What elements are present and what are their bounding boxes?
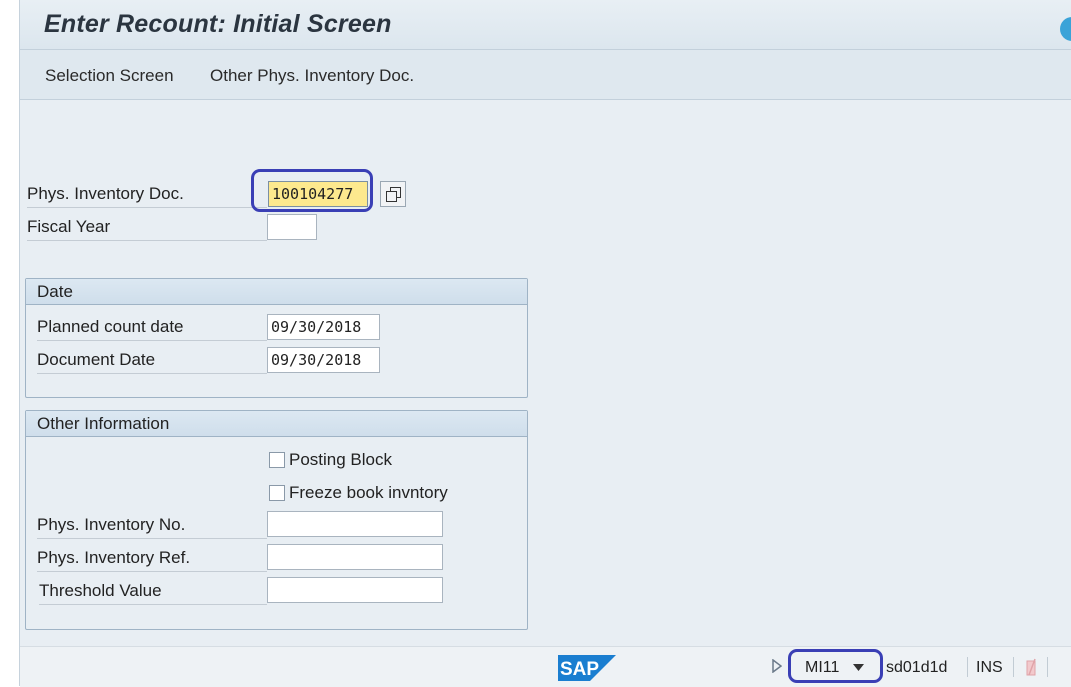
separator bbox=[1047, 657, 1048, 677]
other-info-group-title: Other Information bbox=[26, 411, 527, 437]
planned-count-date-label: Planned count date bbox=[37, 314, 267, 341]
status-bar: SAP MI11 sd01d1d INS bbox=[20, 646, 1071, 687]
phys-inv-ref-label: Phys. Inventory Ref. bbox=[37, 545, 267, 572]
help-icon[interactable] bbox=[1060, 17, 1071, 41]
date-group: Date Planned count date 09/30/2018 Docum… bbox=[25, 278, 528, 398]
phys-inv-no-label: Phys. Inventory No. bbox=[37, 512, 267, 539]
highlight-frame-doc bbox=[251, 169, 373, 212]
play-triangle-icon[interactable] bbox=[772, 659, 782, 673]
posting-block-checkbox[interactable]: Posting Block bbox=[269, 449, 392, 471]
phys-inv-ref-field[interactable] bbox=[267, 544, 443, 570]
title-bar: Enter Recount: Initial Screen bbox=[20, 0, 1071, 50]
other-info-group: Other Information Posting Block Freeze b… bbox=[25, 410, 528, 630]
sap-window: Enter Recount: Initial Screen Selection … bbox=[19, 0, 1071, 687]
threshold-value-field[interactable] bbox=[267, 577, 443, 603]
highlight-frame-tcode bbox=[788, 649, 883, 683]
phys-inv-no-field[interactable] bbox=[267, 511, 443, 537]
fiscal-year-field[interactable] bbox=[267, 214, 317, 240]
posting-block-label: Posting Block bbox=[289, 450, 392, 469]
freeze-book-label: Freeze book invntory bbox=[289, 483, 448, 502]
freeze-book-box[interactable] bbox=[269, 485, 285, 501]
document-date-field[interactable]: 09/30/2018 bbox=[267, 347, 380, 373]
phys-inv-doc-label: Phys. Inventory Doc. bbox=[27, 181, 267, 208]
date-group-title: Date bbox=[26, 279, 527, 305]
threshold-value-label: Threshold Value bbox=[39, 578, 267, 605]
selection-screen-button[interactable]: Selection Screen bbox=[45, 66, 174, 86]
system-name: sd01d1d bbox=[886, 659, 948, 676]
separator bbox=[1013, 657, 1014, 677]
sap-logo-text: SAP bbox=[560, 659, 599, 680]
separator bbox=[967, 657, 968, 677]
freeze-book-checkbox[interactable]: Freeze book invntory bbox=[269, 482, 448, 504]
planned-count-date-field[interactable]: 09/30/2018 bbox=[267, 314, 380, 340]
sap-logo: SAP bbox=[558, 655, 616, 681]
lock-icon[interactable] bbox=[1025, 657, 1039, 677]
insert-mode: INS bbox=[976, 659, 1003, 676]
document-date-label: Document Date bbox=[37, 347, 267, 374]
page-title: Enter Recount: Initial Screen bbox=[44, 10, 392, 38]
fiscal-year-label: Fiscal Year bbox=[27, 214, 267, 241]
other-doc-button[interactable]: Other Phys. Inventory Doc. bbox=[210, 66, 414, 86]
application-toolbar: Selection Screen Other Phys. Inventory D… bbox=[20, 50, 1071, 100]
copy-icon[interactable] bbox=[380, 181, 406, 207]
posting-block-box[interactable] bbox=[269, 452, 285, 468]
